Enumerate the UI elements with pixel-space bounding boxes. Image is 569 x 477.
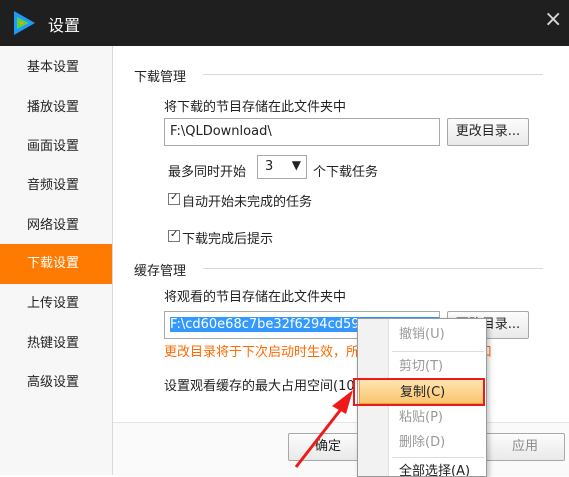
download-section-title: 下载管理 xyxy=(134,70,187,85)
apply-button[interactable]: 应用 xyxy=(485,433,565,461)
checkmark-icon: ✓ xyxy=(170,229,179,240)
download-change-dir-button[interactable]: 更改目录... xyxy=(447,118,529,146)
download-notify-checkbox[interactable]: ✓ xyxy=(168,229,180,242)
download-path-input[interactable]: F:\QLDownload\ xyxy=(164,118,440,146)
cache-save-label: 将观看的节目存储在此文件夹中 xyxy=(164,290,347,305)
sidebar-item-hotkeys[interactable]: 热键设置 xyxy=(0,324,112,364)
max-downloads-suffix: 个下载任务 xyxy=(313,165,379,180)
tencent-video-logo-icon xyxy=(14,11,35,35)
download-notify-label: 下载完成后提示 xyxy=(182,232,274,247)
menu-item-paste[interactable]: 粘贴(P) xyxy=(359,405,485,430)
sidebar-item-basic[interactable]: 基本设置 xyxy=(0,48,112,88)
sidebar-item-playback[interactable]: 播放设置 xyxy=(0,88,112,128)
max-downloads-select[interactable]: 3 ▼ xyxy=(257,155,307,179)
sidebar-item-upload[interactable]: 上传设置 xyxy=(0,284,112,324)
max-downloads-value: 3 xyxy=(265,159,274,174)
checkmark-icon: ✓ xyxy=(170,192,179,203)
menu-item-select-all[interactable]: 全部选择(A) xyxy=(359,459,485,476)
close-icon[interactable]: × xyxy=(544,9,562,31)
auto-start-label: 自动开始未完成的任务 xyxy=(182,195,313,210)
title-bar: 设置 × xyxy=(0,0,569,46)
context-menu: 撤销(U) 剪切(T) 复制(C) 粘贴(P) 删除(D) 全部选择(A) xyxy=(357,318,487,477)
sidebar-item-picture[interactable]: 画面设置 xyxy=(0,127,112,167)
sidebar-item-audio[interactable]: 音频设置 xyxy=(0,166,112,206)
sidebar-item-download[interactable]: 下载设置 xyxy=(0,244,112,284)
window-title: 设置 xyxy=(48,16,81,35)
download-save-label: 将下载的节目存储在此文件夹中 xyxy=(164,100,347,115)
menu-item-copy[interactable]: 复制(C) xyxy=(359,379,485,404)
confirm-button[interactable]: 确定 xyxy=(288,433,368,461)
menu-separator xyxy=(392,351,484,352)
section-divider xyxy=(203,268,543,269)
menu-item-undo[interactable]: 撤销(U) xyxy=(359,322,485,347)
auto-start-checkbox[interactable]: ✓ xyxy=(168,192,180,205)
menu-item-delete[interactable]: 删除(D) xyxy=(359,430,485,455)
menu-item-cut[interactable]: 剪切(T) xyxy=(359,354,485,379)
max-cache-space-label: 设置观看缓存的最大占用空间(10 xyxy=(164,379,355,394)
sidebar-item-advanced[interactable]: 高级设置 xyxy=(0,363,112,403)
section-divider xyxy=(203,74,543,75)
chevron-down-icon: ▼ xyxy=(291,158,301,172)
sidebar-item-network[interactable]: 网络设置 xyxy=(0,206,112,246)
cache-section-title: 缓存管理 xyxy=(134,264,187,279)
menu-separator xyxy=(392,457,484,458)
restart-warning-text: 更改目录将于下次启动时生效，所 xyxy=(164,345,360,360)
max-downloads-prefix: 最多同时开始 xyxy=(168,165,247,180)
settings-sidebar: 基本设置 播放设置 画面设置 音频设置 网络设置 下载设置 上传设置 热键设置 … xyxy=(0,46,113,475)
